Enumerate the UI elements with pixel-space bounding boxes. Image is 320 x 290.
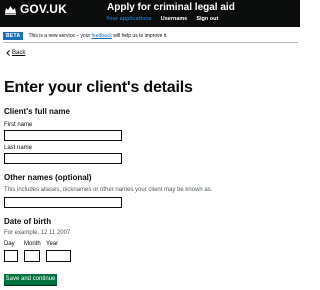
dob-day-group: Day (4, 240, 18, 262)
nav-your-applications[interactable]: Your applications (106, 16, 152, 23)
dob-hint: For example, 12 11 2007 (4, 230, 71, 236)
dob-month-input[interactable] (24, 250, 40, 262)
phase-text: This is a new service – your feedback wi… (28, 33, 167, 40)
save-and-continue-button[interactable]: Save and continue (4, 274, 57, 285)
phase-text-before: This is a new service – your (28, 32, 92, 39)
nav-sign-out[interactable]: Sign out (196, 16, 218, 23)
phase-text-after: will help us to improve it. (111, 32, 168, 39)
back-link[interactable]: Back (6, 49, 25, 57)
phase-banner: BETA This is a new service – your feedba… (3, 30, 298, 43)
dob-year-group: Year (46, 240, 71, 262)
first-name-input[interactable] (4, 130, 122, 141)
chevron-left-icon (6, 50, 10, 56)
header-nav: Your applications Username Sign out (106, 16, 218, 23)
page-title: Enter your client's details (4, 79, 193, 96)
last-name-input[interactable] (4, 153, 122, 164)
govuk-logo[interactable]: GOV.UK (4, 2, 67, 16)
first-name-label: First name (4, 122, 33, 128)
beta-tag: BETA (3, 32, 24, 40)
site-header: GOV.UK Apply for criminal legal aid Your… (0, 0, 300, 27)
logo-text: GOV.UK (20, 2, 67, 16)
dob-day-input[interactable] (4, 250, 18, 262)
dob-month-group: Month (24, 240, 41, 262)
dob-year-input[interactable] (46, 250, 71, 262)
service-name[interactable]: Apply for criminal legal aid (107, 2, 235, 14)
last-name-label: Last name (4, 145, 33, 151)
dob-month-label: Month (24, 241, 41, 247)
other-names-hint: This includes aliases, nicknames or othe… (4, 187, 213, 193)
other-names-input[interactable] (4, 197, 122, 208)
dob-day-label: Day (4, 241, 15, 247)
dob-legend: Date of birth (4, 217, 52, 226)
full-name-legend: Client's full name (4, 107, 70, 116)
dob-year-label: Year (46, 241, 59, 247)
feedback-link[interactable]: feedback (92, 33, 112, 39)
other-names-legend: Other names (optional) (4, 173, 92, 182)
nav-username: Username (160, 16, 188, 22)
crown-icon (5, 5, 16, 15)
back-link-label[interactable]: Back (12, 49, 25, 57)
